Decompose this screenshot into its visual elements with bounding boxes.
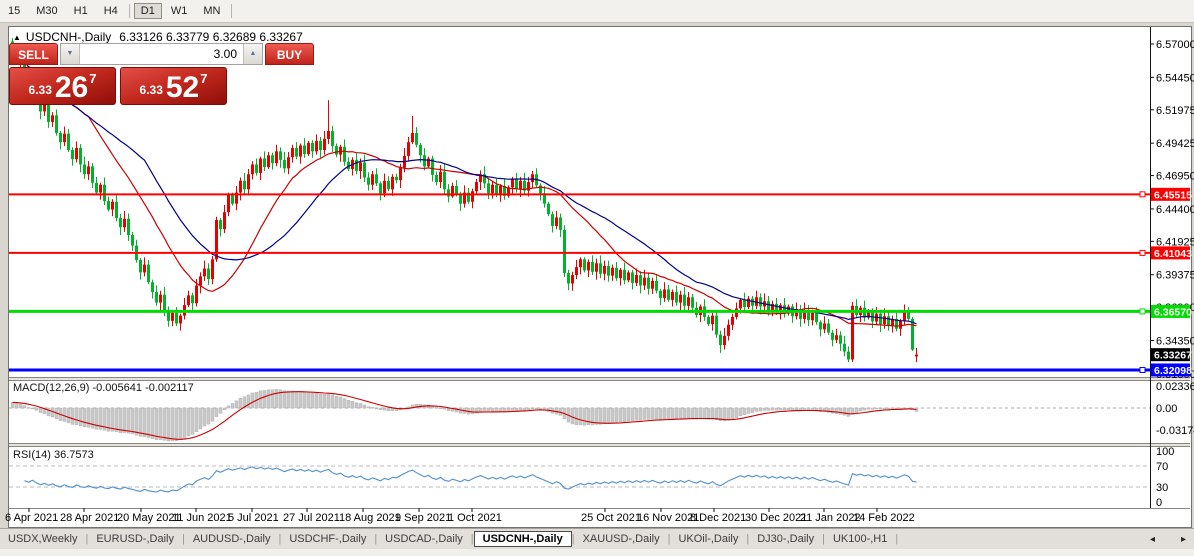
chart-tab-bar: USDX,Weekly | EURUSD-,Daily | AUDUSD-,Daily |… [0, 528, 1194, 549]
tab-ukoil[interactable]: UKOil-,Daily [670, 531, 746, 547]
sell-price-big: 26 [54, 71, 89, 104]
x-axis-date-label: 21 Jan 2022 [800, 512, 861, 524]
macd-axis-label: 0.00 [1156, 403, 1177, 415]
tab-audusd[interactable]: AUDUSD-,Daily [185, 531, 279, 547]
tab-usdchf[interactable]: USDCHF-,Daily [281, 531, 374, 547]
timeframe-d1[interactable]: D1 [133, 3, 162, 19]
x-axis-date-label: 18 Aug 2021 [339, 512, 401, 524]
tab-usdcnh[interactable]: USDCNH-,Daily [473, 531, 572, 547]
buy-price-small: 6.33 [139, 83, 163, 97]
hline-handle[interactable] [1139, 308, 1146, 315]
volume-decrease-icon[interactable]: ▼ [61, 44, 80, 64]
timeframe-15[interactable]: 15 [1, 3, 27, 19]
collapse-chart-icon[interactable]: ▲ [13, 33, 21, 42]
tab-eurusd[interactable]: EURUSD-,Daily [88, 531, 182, 547]
timeframe-m30[interactable]: M30 [29, 3, 64, 19]
rsi-axis-label: 0 [1156, 497, 1162, 509]
buy-price-big: 52 [165, 71, 200, 104]
price-badge-label: 6.45515 [1154, 189, 1192, 201]
price-badge-label: 6.41043 [1154, 248, 1192, 260]
timeframe-toolbar: 15 M30 H1 H4 D1 W1 MN [0, 0, 1194, 23]
tab-xauusd[interactable]: XAUUSD-,Daily [575, 531, 668, 547]
macd-indicator-label: MACD(12,26,9) -0.005641 -0.002117 [13, 382, 194, 394]
buy-price-box[interactable]: 6.33 52 7 [120, 67, 227, 105]
chart-symbol-period: USDCNH-,Daily [25, 30, 112, 44]
timeframe-h1[interactable]: H1 [67, 3, 95, 19]
one-click-trade-panel: SELL ▼ ▲ BUY 6.33 26 7 6.33 52 7 [9, 43, 314, 105]
rsi-indicator-label: RSI(14) 36.7573 [13, 449, 94, 461]
timeframe-w1[interactable]: W1 [164, 3, 195, 19]
x-axis-date-label: 8 Dec 2021 [690, 512, 746, 524]
x-axis-date-label: 11 Jun 2021 [172, 512, 232, 524]
x-axis-date-label: 25 Oct 2021 [581, 512, 641, 524]
sell-button[interactable]: SELL [9, 43, 58, 65]
sell-price-small: 6.33 [28, 83, 52, 97]
y-axis-tick-label: 6.54450 [1156, 72, 1194, 84]
volume-input[interactable] [80, 44, 243, 64]
x-axis-date-label: 14 Feb 2022 [853, 512, 915, 524]
volume-increase-icon[interactable]: ▲ [243, 44, 262, 64]
status-bar [0, 549, 1194, 556]
trading-app-window: 6.57000 6.54450 6.51975 6.49425 6.46950 6.444… [0, 0, 1194, 556]
price-badge-label: 6.33267 [1154, 350, 1192, 362]
y-axis-tick-label: 6.57000 [1156, 39, 1194, 51]
buy-price-sup: 7 [200, 71, 208, 86]
tab-usdx[interactable]: USDX,Weekly [0, 531, 85, 547]
x-axis-date-label: 28 Apr 2021 [60, 512, 119, 524]
toolbar-separator [128, 4, 130, 18]
y-axis-tick-label: 6.34350 [1156, 335, 1194, 347]
hline-handle[interactable] [1139, 191, 1146, 198]
hline-handle[interactable] [1139, 366, 1146, 373]
hline-handle[interactable] [1139, 249, 1146, 256]
macd-axis-label: -0.031744 [1156, 425, 1194, 437]
sell-price-box[interactable]: 6.33 26 7 [9, 67, 116, 105]
tab-separator: | [895, 533, 899, 545]
price-badge-label: 6.32098 [1154, 365, 1192, 377]
x-axis-date-label: 27 Jul 2021 [283, 512, 340, 524]
y-axis-tick-label: 6.49425 [1156, 138, 1194, 150]
chart-ohlc-values: 6.33126 6.33779 6.32689 6.33267 [119, 30, 303, 44]
timeframe-mn[interactable]: MN [196, 3, 227, 19]
x-axis-date-label: 1 Oct 2021 [448, 512, 502, 524]
toolbar-separator [231, 4, 233, 18]
tab-scroll-arrows: ◂ ▸ [1150, 534, 1186, 545]
y-axis-tick-label: 6.39375 [1156, 270, 1194, 282]
tab-uk100[interactable]: UK100-,H1 [825, 531, 895, 547]
y-axis-tick-label: 6.44400 [1156, 204, 1194, 216]
sell-price-sup: 7 [89, 71, 97, 86]
y-axis-tick-label: 6.46950 [1156, 171, 1194, 183]
price-badge-label: 6.36570 [1154, 306, 1192, 318]
rsi-axis-label: 70 [1156, 461, 1168, 473]
x-axis-date-label: 30 Dec 2021 [745, 512, 807, 524]
x-axis-date-label: 5 Jul 2021 [228, 512, 279, 524]
macd-axis-label: 0.023365 [1156, 381, 1194, 393]
tab-scroll-right-icon[interactable]: ▸ [1181, 534, 1186, 545]
rsi-axis-label: 100 [1156, 446, 1174, 458]
tab-dj30[interactable]: DJ30-,Daily [749, 531, 822, 547]
x-axis-date-label: 6 Apr 2021 [5, 512, 58, 524]
buy-button[interactable]: BUY [265, 43, 314, 65]
tab-usdcad[interactable]: USDCAD-,Daily [377, 531, 471, 547]
x-axis-date-label: 9 Sep 2021 [395, 512, 451, 524]
y-axis-tick-label: 6.51975 [1156, 105, 1194, 117]
timeframe-h4[interactable]: H4 [97, 3, 125, 19]
tab-scroll-left-icon[interactable]: ◂ [1150, 534, 1155, 545]
chart-title: ▲ USDCNH-,Daily 6.33126 6.33779 6.32689 6.… [13, 30, 303, 44]
volume-spinner: ▼ ▲ [60, 43, 263, 65]
rsi-axis-label: 30 [1156, 482, 1168, 494]
